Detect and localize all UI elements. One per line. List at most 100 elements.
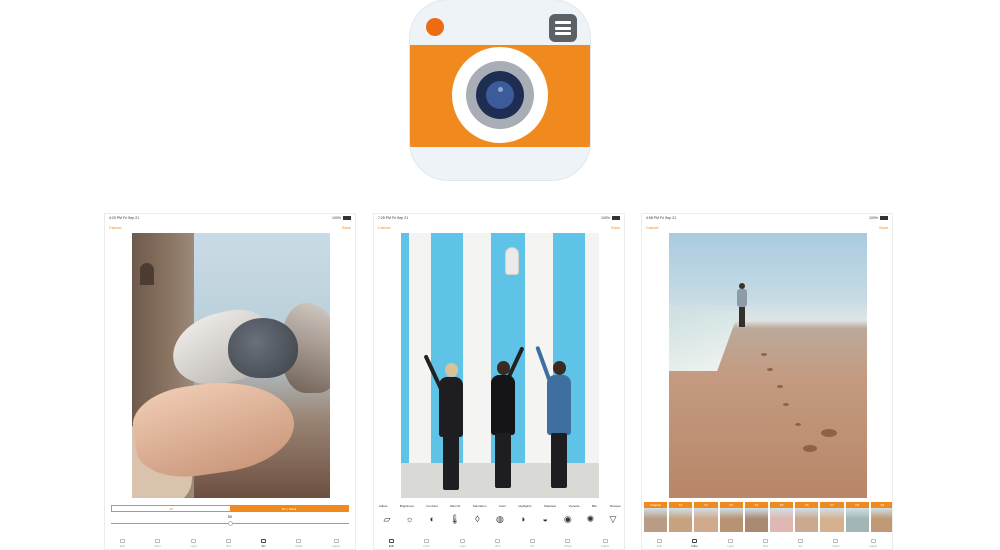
tab-mask[interactable]: Mask [295,538,303,548]
tab-mask[interactable]: Mask [832,538,840,548]
tool-label-vignette: Vignette [568,504,580,508]
tab-edit[interactable]: Edit [120,538,125,548]
intensity-slider[interactable] [111,520,349,526]
tab-adjust-icon [602,538,608,543]
filter-preview [795,508,819,532]
slider-thumb[interactable] [227,521,233,526]
app-store-preview: 4:29 PM Fri Sep 21 100% Cancel Save 2D 3… [0,0,1000,550]
tab-blur[interactable]: Blur [226,538,232,548]
battery-icon [880,216,888,220]
shadows-icon[interactable]: ◒ [538,515,552,524]
tab-filter[interactable]: Filter [691,538,698,548]
cancel-button[interactable]: Cancel [646,225,658,230]
tab-adjust-icon [870,538,876,543]
tool-label-highlights: Highlights [518,504,532,508]
filter-thumbnail[interactable]: F8 [845,502,869,532]
tool-label-sharpen: Sharpen [609,504,621,508]
tab-blur[interactable]: Blur [495,538,501,548]
menu-icon [549,14,577,42]
tab-label: Mask [295,543,303,548]
tab-mask[interactable]: Mask [564,538,572,548]
tool-label-contrast: Contrast [426,504,438,508]
drop-icon[interactable]: ◊ [470,515,484,524]
save-button[interactable]: Save [611,225,620,230]
mode-segmented-control: 2D 3D + Mask [111,505,349,512]
cancel-button[interactable]: Cancel [378,225,390,230]
tool-label-shadows: Shadows [543,504,557,508]
save-button[interactable]: Save [879,225,888,230]
tab-label: 3D [261,543,266,548]
camera-lens-icon [452,47,548,143]
tab-adjust[interactable]: Adjust [332,538,340,548]
tab-edit-icon [388,538,394,543]
tab-edit[interactable]: Edit [657,538,662,548]
tool-icons: ▱ ☼ ◐ 🌡 ◊ ◍ ◑ ◒ ◉ ✺ ▽ [377,515,623,524]
filter-thumbnail[interactable]: F7 [820,502,844,532]
status-time: 4:58 PM Fri Sep 21 [646,216,677,220]
tab-3d[interactable]: 3D [797,538,803,548]
screenshot-3d-adjust: 4:29 PM Fri Sep 21 100% Cancel Save 2D 3… [104,213,356,550]
status-time: 4:29 PM Fri Sep 21 [109,216,140,220]
filter-thumbnail[interactable]: F3 [719,502,743,532]
filter-preview [669,508,693,532]
tab-light[interactable]: Light [459,538,466,548]
filter-thumbnail[interactable]: F4 [744,502,769,532]
tab-light-icon [728,538,734,543]
vignette-icon[interactable]: ◉ [561,515,575,524]
tab-label: Adjust [868,543,878,548]
tool-labels: Adjust Brightness Contrast Warmth Saturation… [377,504,623,508]
cancel-button[interactable]: Cancel [109,225,121,230]
photo-beach-footprints [669,233,867,498]
highlights-icon[interactable]: ◑ [516,515,530,524]
tab-label: Edit [388,543,394,548]
sun-icon[interactable]: ☼ [403,515,417,524]
blur-icon[interactable]: ✺ [583,515,597,524]
top-bar: Cancel Save [642,222,892,232]
crop-icon[interactable]: ▱ [380,515,394,524]
tools-strip: Adjust Brightness Contrast Warmth Saturation… [377,504,623,524]
status-bar: 4:58 PM Fri Sep 21 100% [642,214,892,222]
tab-adjust[interactable]: Adjust [600,538,610,548]
status-bar: 7:25 PM Fri Sep 21 100% [374,214,624,222]
tab-label: Blur [495,543,501,548]
battery-icon [612,216,620,220]
contrast-icon[interactable]: ◐ [425,515,439,524]
screenshot-tools: 7:25 PM Fri Sep 21 100% Cancel Save Adju… [373,213,625,550]
segment-3d-mask[interactable]: 3D + Mask [230,506,348,511]
tab-3d-icon [797,538,803,543]
app-icon[interactable] [410,0,590,180]
filter-thumbnail[interactable]: Original [644,502,668,532]
tint-icon[interactable]: ◍ [493,515,507,524]
segment-2d[interactable]: 2D [112,506,230,511]
flash-dot-icon [426,18,444,36]
filter-thumbnail[interactable]: F2 [694,502,718,532]
tab-label: Blur [763,543,769,548]
tool-label-warmth: Warmth [449,504,461,508]
tab-blur[interactable]: Blur [763,538,769,548]
tab-light[interactable]: Light [190,538,197,548]
filter-thumbnail[interactable]: F5 [770,502,794,532]
tab-filter[interactable]: Filter [154,538,161,548]
thermometer-icon[interactable]: 🌡 [448,515,462,524]
tab-3d[interactable]: 3D [529,538,535,548]
top-bar: Cancel Save [374,222,624,232]
tab-label: Filter [691,543,698,548]
tab-3d[interactable]: 3D [260,538,266,548]
tab-filter-icon [424,538,430,543]
triangle-icon[interactable]: ▽ [606,515,620,524]
filter-thumbnail[interactable]: F9 [870,502,892,532]
status-time: 7:25 PM Fri Sep 21 [378,216,409,220]
tab-label: Adjust [600,543,610,548]
battery-text: 100% [601,216,610,220]
filter-preview [644,508,668,532]
filter-thumbnail[interactable]: F1 [669,502,693,532]
tab-light[interactable]: Light [727,538,734,548]
tab-edit[interactable]: Edit [388,538,394,548]
save-button[interactable]: Save [342,225,351,230]
filter-preview [744,508,769,532]
tab-bar: Edit Filter Light Blur 3D Mask Adjust [374,537,624,549]
filter-thumbnail[interactable]: F6 [795,502,819,532]
tab-adjust[interactable]: Adjust [868,538,878,548]
tab-filter[interactable]: Filter [423,538,430,548]
tool-label-saturation: Saturation [472,504,487,508]
